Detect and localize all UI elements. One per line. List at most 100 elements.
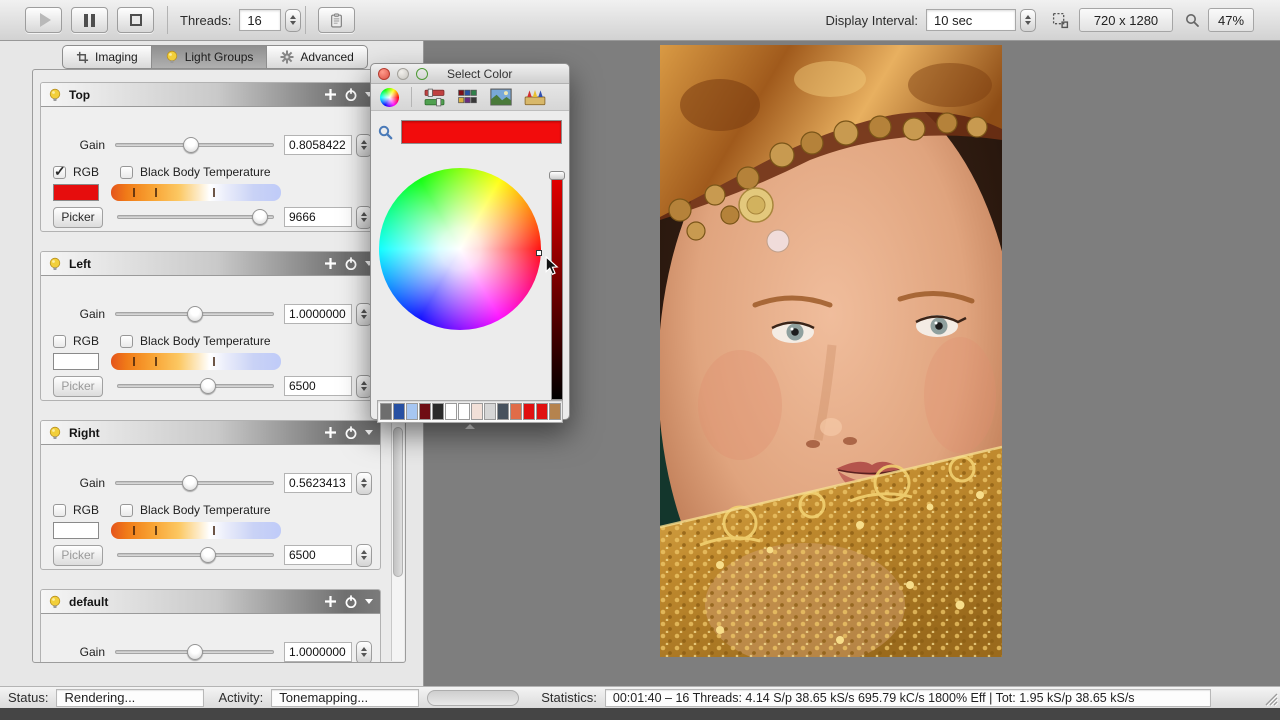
palette-icon[interactable] xyxy=(457,88,478,107)
add-group-icon[interactable] xyxy=(324,88,337,101)
temperature-slider[interactable] xyxy=(117,377,274,395)
color-swatch-cell[interactable] xyxy=(419,403,431,420)
copy-button[interactable] xyxy=(318,7,355,33)
display-interval-stepper[interactable] xyxy=(1020,9,1036,32)
zoom-window-icon[interactable] xyxy=(416,68,428,80)
mouse-cursor xyxy=(545,256,559,281)
temperature-slider[interactable] xyxy=(117,208,274,226)
brightness-slider-thumb[interactable] xyxy=(549,171,565,180)
group-color-swatch[interactable] xyxy=(53,522,99,539)
temperature-value-field[interactable]: 9666 xyxy=(284,207,352,227)
minimize-icon[interactable] xyxy=(397,68,409,80)
color-swatch-cell[interactable] xyxy=(380,403,392,420)
gain-value-field[interactable]: 0.5623413 xyxy=(284,473,352,493)
gain-slider[interactable] xyxy=(115,474,274,492)
light-group-header[interactable]: default xyxy=(41,590,380,614)
gain-slider[interactable] xyxy=(115,643,274,661)
gain-stepper[interactable] xyxy=(356,641,372,664)
add-group-icon[interactable] xyxy=(324,595,337,608)
gain-slider[interactable] xyxy=(115,305,274,323)
color-swatch-cell[interactable] xyxy=(445,403,457,420)
play-button[interactable] xyxy=(25,7,62,33)
gain-label: Gain xyxy=(49,476,105,490)
pause-button[interactable] xyxy=(71,7,108,33)
stop-button[interactable] xyxy=(117,7,154,33)
add-group-icon[interactable] xyxy=(324,257,337,270)
rgb-checkbox[interactable] xyxy=(53,504,66,517)
temperature-gradient-bar[interactable] xyxy=(111,353,281,370)
rgb-checkbox[interactable] xyxy=(53,166,66,179)
temperature-value-field[interactable]: 6500 xyxy=(284,545,352,565)
color-swatch-cell[interactable] xyxy=(497,403,509,420)
black-body-checkbox[interactable] xyxy=(120,335,133,348)
color-swatch-cell[interactable] xyxy=(471,403,483,420)
color-wheel[interactable] xyxy=(379,168,541,330)
sliders-icon[interactable] xyxy=(424,88,445,107)
power-toggle-icon[interactable] xyxy=(344,426,358,440)
color-selection-marker[interactable] xyxy=(536,250,542,256)
power-toggle-icon[interactable] xyxy=(344,88,358,102)
light-group-Right: Right Gain 0.5623413 RGB Black Body Temp… xyxy=(40,420,381,570)
color-panel-toolbar xyxy=(371,84,569,111)
color-swatch-cell[interactable] xyxy=(523,403,535,420)
brightness-slider[interactable] xyxy=(551,174,563,400)
group-color-swatch[interactable] xyxy=(53,184,99,201)
display-interval-input[interactable]: 10 sec xyxy=(926,9,1016,31)
gain-value-field[interactable]: 0.8058422 xyxy=(284,135,352,155)
gain-value-field[interactable]: 1.0000000 xyxy=(284,642,352,662)
gain-slider-thumb[interactable] xyxy=(183,137,199,153)
light-group-header[interactable]: Left xyxy=(41,252,380,276)
add-group-icon[interactable] xyxy=(324,426,337,439)
black-body-checkbox[interactable] xyxy=(120,504,133,517)
color-swatch-cell[interactable] xyxy=(484,403,496,420)
tab-imaging[interactable]: Imaging xyxy=(62,45,151,69)
threads-stepper[interactable] xyxy=(285,9,301,32)
temperature-slider-thumb[interactable] xyxy=(252,209,268,225)
group-color-swatch[interactable] xyxy=(53,353,99,370)
picker-button[interactable]: Picker xyxy=(53,545,103,566)
light-group-header[interactable]: Right xyxy=(41,421,380,445)
color-magnifier-icon[interactable] xyxy=(378,125,393,140)
close-icon[interactable] xyxy=(378,68,390,80)
temperature-value-field[interactable]: 6500 xyxy=(284,376,352,396)
rgb-checkbox[interactable] xyxy=(53,335,66,348)
gain-slider-thumb[interactable] xyxy=(187,644,203,660)
picker-button[interactable]: Picker xyxy=(53,376,103,397)
tab-advanced[interactable]: Advanced xyxy=(266,45,367,69)
gain-slider-thumb[interactable] xyxy=(187,306,203,322)
power-toggle-icon[interactable] xyxy=(344,595,358,609)
crayons-icon[interactable] xyxy=(524,88,546,106)
temperature-slider-thumb[interactable] xyxy=(200,547,216,563)
temperature-gradient-bar[interactable] xyxy=(111,184,281,201)
tab-light-groups[interactable]: Light Groups xyxy=(151,45,267,69)
color-swatch-cell[interactable] xyxy=(393,403,405,420)
gain-stepper[interactable] xyxy=(356,472,372,495)
color-swatch-cell[interactable] xyxy=(432,403,444,420)
chevron-down-icon[interactable] xyxy=(365,430,373,435)
scrollbar-thumb[interactable] xyxy=(393,427,403,577)
power-toggle-icon[interactable] xyxy=(344,257,358,271)
color-swatch-cell[interactable] xyxy=(458,403,470,420)
picker-button[interactable]: Picker xyxy=(53,207,103,228)
temperature-slider[interactable] xyxy=(117,546,274,564)
gain-slider-thumb[interactable] xyxy=(182,475,198,491)
select-color-titlebar[interactable]: Select Color xyxy=(371,64,569,84)
black-body-checkbox[interactable] xyxy=(120,166,133,179)
color-swatch-cell[interactable] xyxy=(510,403,522,420)
color-swatch-cell[interactable] xyxy=(549,403,561,420)
resize-grip[interactable] xyxy=(1260,690,1278,706)
temperature-gradient-bar[interactable] xyxy=(111,522,281,539)
color-swatch-cell[interactable] xyxy=(406,403,418,420)
chevron-down-icon[interactable] xyxy=(365,599,373,604)
swatch-drawer-handle[interactable] xyxy=(465,424,475,429)
temperature-stepper[interactable] xyxy=(356,544,372,567)
image-icon[interactable] xyxy=(490,88,512,106)
gain-slider[interactable] xyxy=(115,136,274,154)
gain-value-field[interactable]: 1.0000000 xyxy=(284,304,352,324)
temperature-slider-thumb[interactable] xyxy=(200,378,216,394)
color-swatch-cell[interactable] xyxy=(536,403,548,420)
color-wheel-icon[interactable] xyxy=(380,88,399,107)
threads-input[interactable]: 16 xyxy=(239,9,281,31)
control-panel: Top Gain 0.8058422 RGB Black Body Temper… xyxy=(0,41,423,686)
light-group-header[interactable]: Top xyxy=(41,83,380,107)
